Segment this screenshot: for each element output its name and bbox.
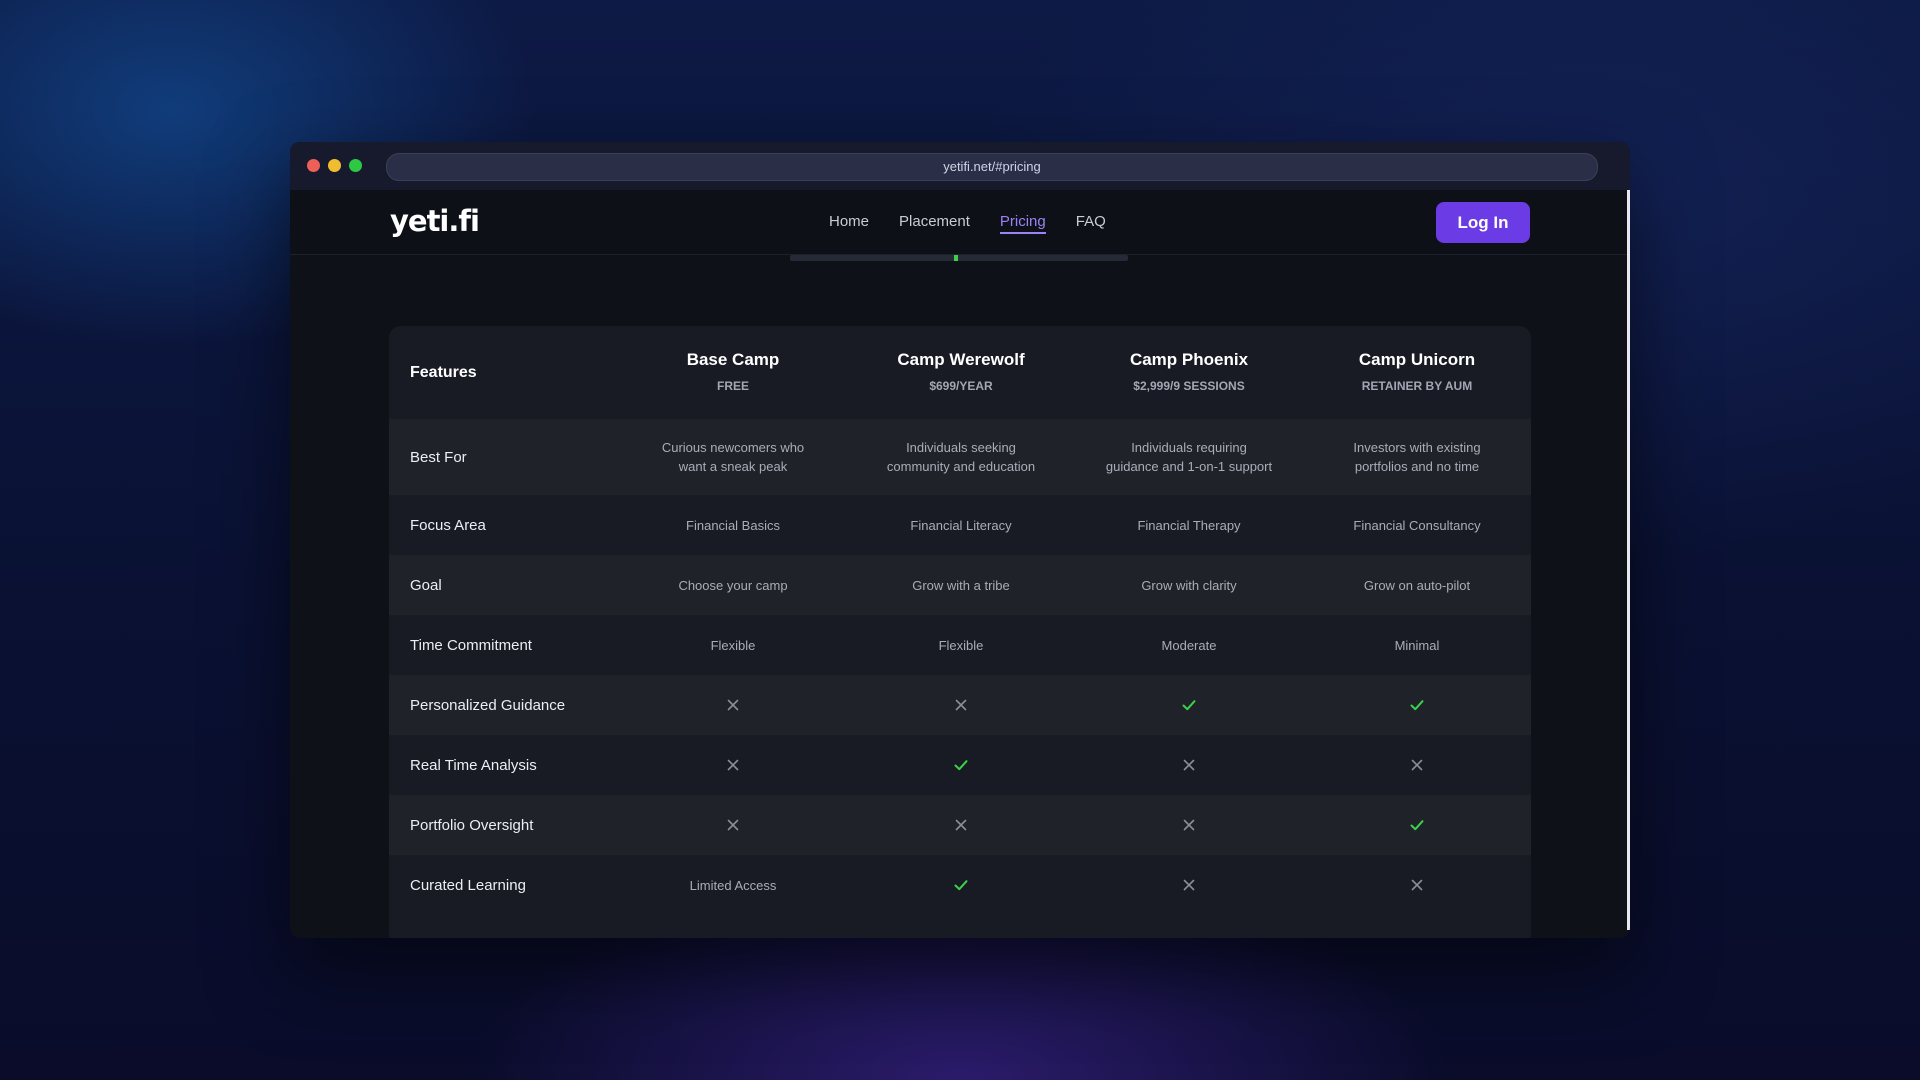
feature-label: Personalized Guidance	[410, 696, 566, 714]
cross-icon	[1181, 817, 1197, 833]
table-row: Time Commitment Flexible Flexible Moderate M…	[389, 615, 1531, 675]
cross-icon	[725, 817, 741, 833]
table-cell: Flexible	[710, 637, 756, 653]
check-icon	[1409, 817, 1425, 833]
site-logo[interactable]: yeti.fi	[390, 204, 480, 238]
table-row: Curated Learning Limited Access	[389, 855, 1531, 915]
cross-icon	[1181, 877, 1197, 893]
main-nav: Home Placement Pricing FAQ	[829, 190, 1136, 254]
plan-name: Camp Werewolf	[897, 349, 1025, 369]
table-cell	[1303, 697, 1531, 713]
login-button[interactable]: Log In	[1436, 202, 1530, 243]
plan-column-header: Base Camp FREE	[619, 350, 847, 396]
feature-label: Focus Area	[410, 516, 486, 534]
table-cell: Financial Literacy	[910, 517, 1012, 533]
site-header: yeti.fi Home Placement Pricing FAQ Log I…	[290, 190, 1628, 255]
cross-icon	[725, 697, 741, 713]
cross-icon	[953, 697, 969, 713]
table-cell	[847, 757, 1075, 773]
page-viewport: yeti.fi Home Placement Pricing FAQ Log I…	[290, 190, 1628, 938]
table-cell: Grow on auto-pilot	[1363, 577, 1471, 593]
plan-price: $699/YEAR	[929, 378, 993, 393]
plan-name: Camp Phoenix	[1129, 349, 1249, 369]
close-window-button[interactable]	[307, 159, 320, 172]
table-row: Best For Curious newcomers who want a sne…	[389, 419, 1531, 495]
minimize-window-button[interactable]	[328, 159, 341, 172]
table-cell	[619, 697, 847, 713]
cross-icon	[1181, 757, 1197, 773]
table-cell	[847, 697, 1075, 713]
scroll-progress-track	[790, 255, 1128, 261]
nav-home[interactable]: Home	[829, 190, 869, 254]
table-row: Personalized Guidance	[389, 675, 1531, 735]
plan-price: FREE	[716, 378, 749, 393]
check-icon	[953, 877, 969, 893]
nav-faq[interactable]: FAQ	[1076, 190, 1106, 254]
plan-name: Camp Unicorn	[1358, 349, 1476, 369]
pricing-comparison-table: Features Base Camp FREE Camp Werewolf $6…	[389, 326, 1531, 938]
feature-label: Goal	[410, 576, 442, 594]
table-row: Portfolio Oversight	[389, 795, 1531, 855]
cross-icon	[1409, 757, 1425, 773]
features-heading: Features	[410, 363, 477, 381]
plan-name: Base Camp	[686, 349, 780, 369]
table-cell: Financial Therapy	[1137, 517, 1241, 533]
table-cell: Grow with a tribe	[912, 577, 1010, 593]
check-icon	[1409, 697, 1425, 713]
check-icon	[1181, 697, 1197, 713]
address-bar[interactable]: yetifi.net/#pricing	[386, 153, 1598, 181]
table-row: Goal Choose your camp Grow with a tribe Gro…	[389, 555, 1531, 615]
scroll-progress-indicator	[954, 255, 958, 261]
table-cell: Limited Access	[689, 877, 777, 893]
table-cell	[1075, 697, 1303, 713]
feature-label: Curated Learning	[410, 876, 526, 894]
table-cell	[1303, 817, 1531, 833]
table-cell: Investors with existing portfolios and n…	[1353, 440, 1481, 474]
table-cell: Curious newcomers who want a sneak peak	[661, 440, 805, 474]
table-cell: Financial Consultancy	[1353, 517, 1481, 533]
table-cell: Grow with clarity	[1141, 577, 1237, 593]
check-icon	[953, 757, 969, 773]
table-cell	[847, 877, 1075, 893]
table-cell: Individuals requiring guidance and 1-on-…	[1105, 440, 1273, 474]
table-body: Best For Curious newcomers who want a sne…	[389, 419, 1531, 915]
plan-column-header: Camp Phoenix $2,999/9 SESSIONS	[1075, 350, 1303, 396]
feature-label: Real Time Analysis	[410, 756, 537, 774]
nav-placement[interactable]: Placement	[899, 190, 970, 254]
cross-icon	[1409, 877, 1425, 893]
table-cell: Flexible	[938, 637, 984, 653]
browser-titlebar: yetifi.net/#pricing	[290, 142, 1630, 191]
table-cell	[1303, 877, 1531, 893]
table-header-row: Features Base Camp FREE Camp Werewolf $6…	[389, 326, 1531, 419]
plan-price: RETAINER BY AUM	[1361, 378, 1473, 393]
table-cell	[619, 817, 847, 833]
table-cell	[619, 757, 847, 773]
browser-window: yetifi.net/#pricing yeti.fi Home Placeme…	[290, 142, 1630, 938]
scrollbar[interactable]	[1627, 190, 1630, 930]
table-cell	[1075, 877, 1303, 893]
table-cell	[847, 817, 1075, 833]
table-cell	[1075, 817, 1303, 833]
feature-label: Time Commitment	[410, 636, 532, 654]
maximize-window-button[interactable]	[349, 159, 362, 172]
table-row: Focus Area Financial Basics Financial Lite…	[389, 495, 1531, 555]
table-cell: Choose your camp	[678, 577, 788, 593]
table-cell: Financial Basics	[686, 517, 780, 533]
cross-icon	[725, 757, 741, 773]
nav-pricing[interactable]: Pricing	[999, 190, 1046, 254]
plan-column-header: Camp Werewolf $699/YEAR	[847, 350, 1075, 396]
cross-icon	[953, 817, 969, 833]
plan-price: $2,999/9 SESSIONS	[1133, 378, 1245, 393]
table-cell	[1075, 757, 1303, 773]
table-cell: Individuals seeking community and educat…	[886, 440, 1036, 474]
feature-label: Portfolio Oversight	[410, 816, 534, 834]
table-cell: Moderate	[1161, 637, 1217, 653]
plan-column-header: Camp Unicorn RETAINER BY AUM	[1303, 350, 1531, 396]
table-cell	[1303, 757, 1531, 773]
feature-label: Best For	[410, 448, 467, 466]
table-cell: Minimal	[1394, 637, 1440, 653]
table-row: Real Time Analysis	[389, 735, 1531, 795]
